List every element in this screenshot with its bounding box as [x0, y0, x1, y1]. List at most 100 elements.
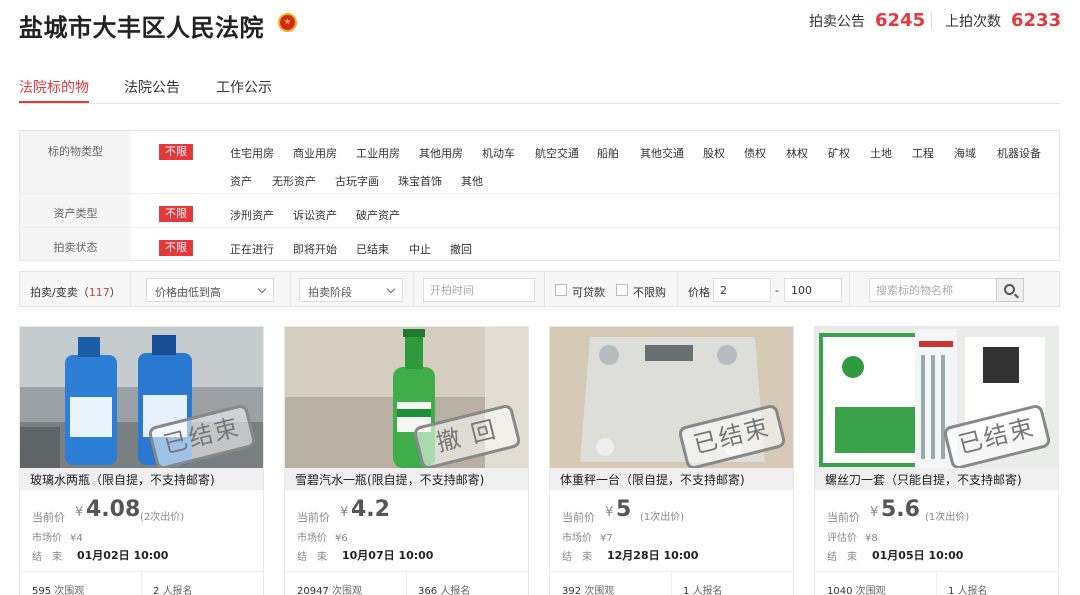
card-footer: 1040 次围观 1 人报名 — [815, 571, 1058, 595]
filter-option[interactable]: 商业用房 — [293, 145, 337, 161]
auction-card[interactable]: 已结束 体重秤一台（限自提，不支持邮寄) 当前价 ¥ 5 (1次出价) 市场价 ¥… — [549, 326, 794, 595]
filter-option[interactable]: 机器设备 — [997, 145, 1041, 161]
filter-option[interactable]: 工业用房 — [356, 145, 400, 161]
filter-option[interactable]: 资产 — [230, 173, 252, 189]
market-price: 市场价 ¥4 — [32, 533, 83, 544]
filter-panel: 标的物类型 不限 住宅用房 商业用房 工业用房 其他用房 机动车 航空交通 船舶… — [19, 130, 1060, 261]
filter-option[interactable]: 诉讼资产 — [293, 207, 337, 223]
filter-label-asset-type: 资产类型 — [20, 194, 131, 227]
toolbar-divider — [849, 272, 850, 306]
filter-unlimited-auction-status[interactable]: 不限 — [159, 240, 193, 256]
filter-option[interactable]: 无形资产 — [272, 173, 316, 189]
filter-option[interactable]: 涉刑资产 — [230, 207, 274, 223]
price-min-input[interactable] — [713, 278, 771, 302]
filter-option[interactable]: 其他用房 — [419, 145, 463, 161]
item-title[interactable]: 玻璃水两瓶（限自提，不支持邮寄) — [20, 468, 263, 490]
item-title[interactable]: 螺丝刀一套（只能自提，不支持邮寄) — [815, 468, 1058, 490]
chevron-down-icon — [386, 284, 396, 294]
header: 盐城市大丰区人民法院 拍卖公告 6245 上拍次数 6233 — [0, 0, 1080, 48]
market-price: 市场价 ¥6 — [297, 533, 348, 544]
signup-count: 2 人报名 — [153, 586, 193, 595]
yen-symbol: ¥ — [605, 505, 614, 520]
sort-select[interactable]: 价格由低到高 — [146, 278, 274, 302]
item-title[interactable]: 体重秤一台（限自提，不支持邮寄) — [550, 468, 793, 490]
end-label: 结 束 — [32, 552, 62, 563]
filter-option[interactable]: 机动车 — [482, 145, 515, 161]
filter-label-auction-status: 拍卖状态 — [20, 228, 131, 260]
filter-option[interactable]: 船舶 — [597, 145, 619, 161]
filter-option[interactable]: 即将开始 — [293, 241, 337, 257]
auction-count-stat[interactable]: 上拍次数 6233 — [945, 10, 1061, 31]
appraisal-price: 评估价 ¥8 — [827, 533, 878, 544]
price-range-dash: - — [775, 284, 779, 297]
bid-count: (1次出价) — [640, 512, 685, 523]
end-time: 01月05日 10:00 — [872, 549, 964, 562]
card-footer: 20947 次围观 366 人报名 — [285, 571, 528, 595]
tab-court-notices[interactable]: 法院公告 — [124, 77, 180, 97]
item-title[interactable]: 雪碧汽水一瓶(限自提，不支持邮寄) — [285, 468, 528, 490]
filter-row-auction-status: 拍卖状态 不限 正在进行 即将开始 已结束 中止 撤回 — [20, 228, 1059, 260]
view-count: 20947 次围观 — [297, 586, 362, 595]
filter-option[interactable]: 航空交通 — [535, 145, 579, 161]
filter-option[interactable]: 矿权 — [828, 145, 850, 161]
auction-card[interactable]: 已结束 玻璃水两瓶（限自提，不支持邮寄) 当前价 ¥ 4.08 (2次出价) 市… — [19, 326, 264, 595]
filter-option[interactable]: 林权 — [786, 145, 808, 161]
stat-divider — [931, 13, 932, 29]
main-tabs: 法院标的物 法院公告 工作公示 — [19, 70, 1060, 104]
current-price: 5.6 — [881, 497, 920, 522]
unlimited-purchase-checkbox[interactable] — [616, 284, 628, 296]
current-price: 4.2 — [351, 497, 390, 522]
auction-count-toggle[interactable]: 拍卖/变卖（117） — [30, 284, 121, 300]
filter-unlimited-asset-type[interactable]: 不限 — [159, 206, 193, 222]
loan-label: 可贷款 — [572, 286, 605, 299]
filter-option[interactable]: 珠宝首饰 — [398, 173, 442, 189]
start-time-input[interactable] — [423, 278, 535, 302]
view-count: 392 次围观 — [562, 586, 615, 595]
item-photo: 已结束 — [550, 327, 793, 468]
price-max-input[interactable] — [784, 278, 842, 302]
auction-notice-label: 拍卖公告 — [809, 14, 865, 30]
filter-option[interactable]: 正在进行 — [230, 241, 274, 257]
auction-notice-count: 6245 — [875, 10, 926, 31]
filter-option[interactable]: 中止 — [409, 241, 431, 257]
filter-option[interactable]: 已结束 — [356, 241, 389, 257]
filter-option[interactable]: 工程 — [912, 145, 934, 161]
toolbar-divider — [544, 272, 545, 306]
loan-checkbox[interactable] — [555, 284, 567, 296]
auction-notice-stat[interactable]: 拍卖公告 6245 — [809, 10, 925, 31]
filter-option[interactable]: 债权 — [744, 145, 766, 161]
sort-toolbar: 拍卖/变卖（117） 价格由低到高 拍卖阶段 可贷款 不限购 价格 - — [19, 271, 1060, 307]
search-icon — [1004, 284, 1015, 295]
search-input[interactable] — [869, 278, 997, 302]
filter-unlimited-item-type[interactable]: 不限 — [159, 144, 193, 160]
filter-option[interactable]: 古玩字画 — [335, 173, 379, 189]
tab-court-items[interactable]: 法院标的物 — [19, 77, 89, 97]
end-label: 结 束 — [297, 552, 327, 563]
auction-count-label: 上拍次数 — [945, 14, 1001, 30]
chevron-down-icon — [257, 284, 267, 294]
bid-count: (2次出价) — [140, 512, 185, 523]
filter-option[interactable]: 海域 — [954, 145, 976, 161]
end-label: 结 束 — [562, 552, 592, 563]
filter-option[interactable]: 其他交通 — [640, 145, 684, 161]
unlimited-purchase-label: 不限购 — [633, 286, 666, 299]
auction-card[interactable]: 撤 回 雪碧汽水一瓶(限自提，不支持邮寄) 当前价 ¥ 4.2 市场价 ¥6 结 … — [284, 326, 529, 595]
filter-option[interactable]: 破产资产 — [356, 207, 400, 223]
signup-count: 1 人报名 — [683, 586, 723, 595]
yen-symbol: ¥ — [75, 505, 84, 520]
filter-option[interactable]: 撤回 — [450, 241, 472, 257]
auction-stage-select[interactable]: 拍卖阶段 — [299, 278, 403, 302]
footer-divider — [671, 572, 672, 595]
filter-option[interactable]: 住宅用房 — [230, 145, 274, 161]
view-count: 595 次围观 — [32, 586, 85, 595]
filter-option[interactable]: 其他 — [461, 173, 483, 189]
auction-card[interactable]: 已结束 螺丝刀一套（只能自提，不支持邮寄) 当前价 ¥ 5.6 (1次出价) 评… — [814, 326, 1059, 595]
market-price: 市场价 ¥7 — [562, 533, 613, 544]
card-footer: 595 次围观 2 人报名 — [20, 571, 263, 595]
filter-option[interactable]: 土地 — [870, 145, 892, 161]
search-button[interactable] — [996, 278, 1024, 302]
signup-count: 1 人报名 — [948, 586, 988, 595]
filter-option[interactable]: 股权 — [703, 145, 725, 161]
footer-divider — [141, 572, 142, 595]
tab-work-publicity[interactable]: 工作公示 — [216, 77, 272, 97]
